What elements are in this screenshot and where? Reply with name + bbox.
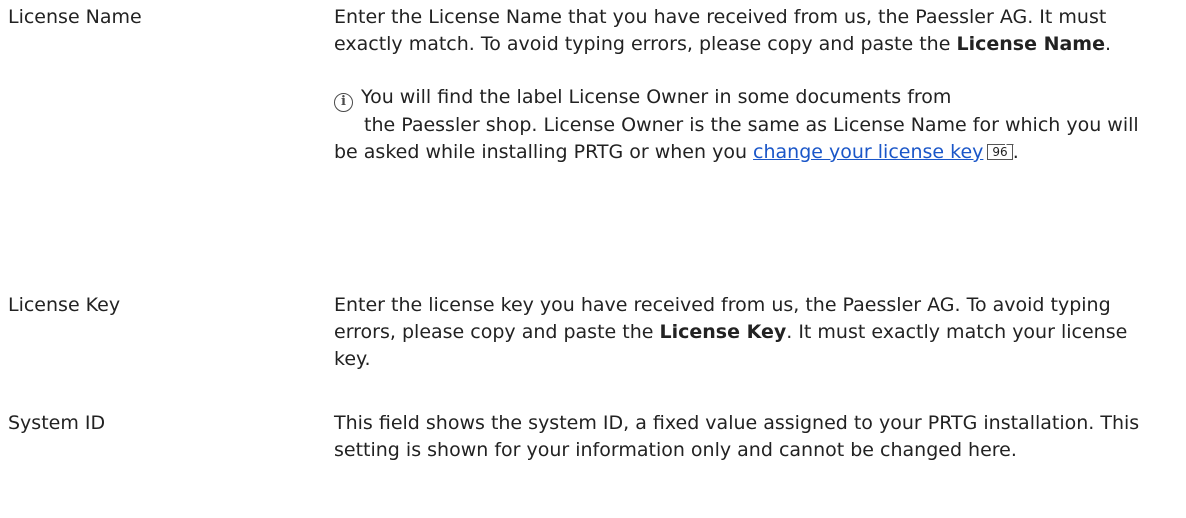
description-paragraph: Enter the license key you have received …: [334, 292, 1154, 373]
description-end: .: [1104, 33, 1112, 55]
info-note: i You will find the label License Owner i…: [334, 84, 1154, 166]
field-label: License Key: [8, 294, 121, 316]
page-reference[interactable]: 96: [987, 144, 1013, 160]
field-label: License Name: [8, 6, 142, 28]
note-first-line: i You will find the label License Owner i…: [334, 84, 1154, 112]
description-paragraph: Enter the License Name that you have rec…: [334, 4, 1154, 58]
info-icon: i: [334, 93, 353, 112]
note-line1: You will find the label License Owner in…: [361, 86, 952, 108]
description-text: This field shows the system ID, a fixed …: [334, 412, 1140, 461]
description-bold-term: License Key: [659, 321, 787, 343]
note-rest: the Paessler shop. License Owner is the …: [334, 112, 1154, 166]
description-paragraph: This field shows the system ID, a fixed …: [334, 410, 1154, 464]
description-bold-term: License Name: [956, 33, 1105, 55]
change-license-key-link[interactable]: change your license key: [753, 141, 983, 163]
field-label: System ID: [8, 412, 106, 434]
field-description: Enter the license key you have received …: [334, 292, 1154, 373]
field-description: Enter the License Name that you have rec…: [334, 4, 1154, 166]
field-description: This field shows the system ID, a fixed …: [334, 410, 1154, 464]
